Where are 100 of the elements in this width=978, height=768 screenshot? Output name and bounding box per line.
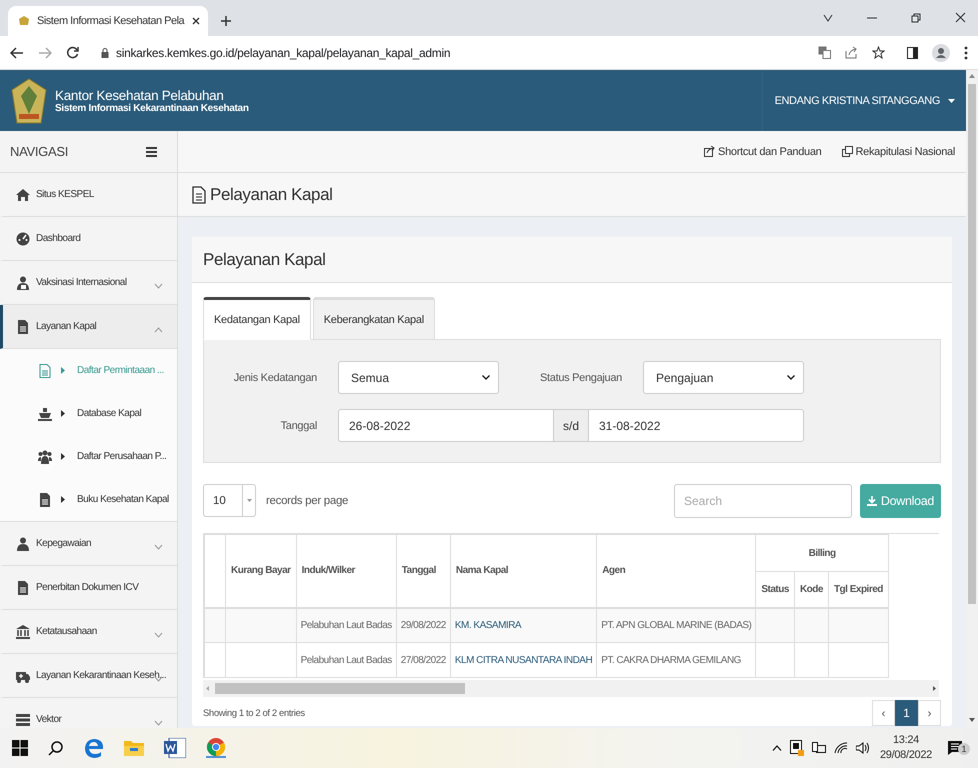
search-field[interactable]: Search [674, 484, 852, 518]
date-field[interactable]: 31-08-2022 [588, 409, 804, 442]
reload-icon[interactable] [66, 46, 79, 59]
page-button[interactable]: ‹ [872, 700, 895, 726]
document-icon [192, 186, 206, 204]
ship-name-link[interactable]: KM. KASAMIRA [454, 620, 522, 631]
submenu-item[interactable]: Daftar Perusahaan P... [0, 435, 177, 478]
caret-icon [61, 367, 65, 374]
download-icon [866, 496, 877, 506]
wifi-icon[interactable] [834, 742, 848, 754]
speaker-icon[interactable] [856, 742, 870, 754]
windows-icon[interactable] [12, 740, 28, 756]
table-cell [756, 642, 794, 678]
star-icon[interactable] [872, 46, 885, 59]
page-size-label: records per page [266, 494, 348, 506]
people-icon [38, 450, 52, 464]
sidebar-item[interactable]: Ketatausahaan [0, 610, 177, 654]
table-cell [226, 642, 296, 678]
close-icon[interactable] [955, 12, 966, 23]
round-app-icon[interactable] [206, 738, 226, 758]
dropdown[interactable]: Pengajuan [643, 361, 804, 394]
sidebar-item[interactable]: Layanan Kapal [0, 305, 177, 349]
header-link[interactable]: Shortcut dan Panduan [704, 146, 822, 158]
dropdown[interactable]: Semua [338, 361, 499, 394]
card-title: Pelayanan Kapal [192, 237, 952, 283]
search-icon[interactable] [48, 740, 64, 756]
app-subtitle: Sistem Informasi Kekarantinaan Kesehatan [55, 102, 249, 114]
sidebar-item[interactable]: Layanan Kekarantinaan Keseh... [0, 654, 177, 698]
chevron-down-icon [482, 375, 490, 380]
document-icon [16, 320, 30, 334]
clock[interactable]: 13:24 29/08/2022 [880, 733, 932, 763]
page-button[interactable]: 1 [895, 700, 918, 726]
chevron-up-icon[interactable] [772, 745, 782, 751]
caret-icon [948, 98, 955, 102]
document-icon [38, 492, 52, 506]
person-icon [16, 276, 30, 290]
house-icon [16, 188, 30, 202]
nav-title: NAVIGASI [10, 144, 68, 159]
horizontal-scrollbar[interactable] [203, 680, 939, 697]
sidebar-item[interactable]: Penerbitan Dokumen ICV [0, 566, 177, 610]
share-icon [704, 146, 716, 157]
menu-icon[interactable] [964, 46, 968, 60]
table-summary: Showing 1 to 2 of 2 entries [203, 708, 305, 719]
page-button[interactable]: › [918, 700, 941, 726]
back-icon[interactable] [10, 46, 24, 58]
submenu-item[interactable]: Database Kapal [0, 392, 177, 435]
ship-icon [38, 406, 52, 420]
tray-app-icon[interactable] [790, 740, 804, 756]
table-cell: 27/08/2022 [396, 642, 450, 678]
chevron-icon [154, 327, 163, 333]
profile-icon[interactable] [932, 44, 950, 62]
sidebar-item[interactable]: Dashboard [0, 217, 177, 261]
minimize-icon[interactable] [867, 16, 877, 18]
new-tab-icon[interactable] [220, 15, 232, 27]
side-panel-icon[interactable] [907, 46, 918, 58]
date-field[interactable]: 26-08-2022 [338, 409, 554, 442]
browser-tab[interactable]: Sistem Informasi Kesehatan Pela [8, 6, 208, 36]
chevron-icon [154, 283, 163, 289]
app-title: Kantor Kesehatan Pelabuhan [55, 88, 225, 102]
person-icon [16, 536, 30, 550]
menu-icon[interactable] [146, 146, 157, 156]
tab[interactable]: Kedatangan Kapal [203, 297, 311, 340]
chevron-down-icon[interactable] [823, 14, 833, 22]
list-icon [16, 712, 30, 726]
gauge-icon [16, 232, 30, 246]
copy-icon [842, 146, 853, 157]
submenu-item[interactable]: Buku Kesehatan Kapal [0, 478, 177, 521]
restore-icon[interactable] [911, 12, 921, 22]
page-title: Pelayanan Kapal [210, 184, 333, 204]
caret-icon [247, 499, 252, 502]
close-icon[interactable] [191, 16, 202, 26]
header-link[interactable]: Rekapitulasi Nasional [842, 146, 955, 158]
device-icon[interactable] [812, 742, 826, 754]
tab-title: Sistem Informasi Kesehatan Pela [37, 15, 184, 27]
sidebar-item[interactable]: Situs KESPEL [0, 173, 177, 217]
logo-icon [18, 15, 30, 27]
caret-icon [61, 453, 65, 460]
column-group-header: Billing [756, 534, 888, 572]
folder-icon[interactable] [124, 739, 144, 757]
translate-icon[interactable] [818, 46, 831, 59]
tab[interactable]: Keberangkatan Kapal [312, 297, 435, 340]
browser-icon[interactable] [84, 738, 104, 758]
share-icon[interactable] [845, 46, 858, 59]
sidebar-item[interactable]: Kepegawaian [0, 522, 177, 566]
table-cell: PT. CAKRA DHARMA GEMILANG [596, 642, 756, 678]
notification-count: 1 [958, 743, 970, 755]
table-cell: Pelabuhan Laut Badas [296, 642, 396, 678]
caret-icon [61, 410, 65, 417]
field-label: Status Pengajuan [538, 372, 622, 384]
chevron-icon [154, 544, 163, 550]
field-label: Jenis Kedatangan [232, 372, 317, 384]
lock-icon [101, 48, 109, 58]
document-app-icon[interactable] [164, 738, 186, 758]
page-scrollbar[interactable] [966, 70, 978, 728]
table-cell [828, 642, 888, 678]
emblem-icon [11, 78, 47, 124]
table-cell: Pelabuhan Laut Badas [296, 608, 396, 642]
bank-icon [16, 624, 30, 638]
chevron-icon [154, 632, 163, 638]
page-size-dropdown[interactable]: 10 [203, 484, 256, 517]
